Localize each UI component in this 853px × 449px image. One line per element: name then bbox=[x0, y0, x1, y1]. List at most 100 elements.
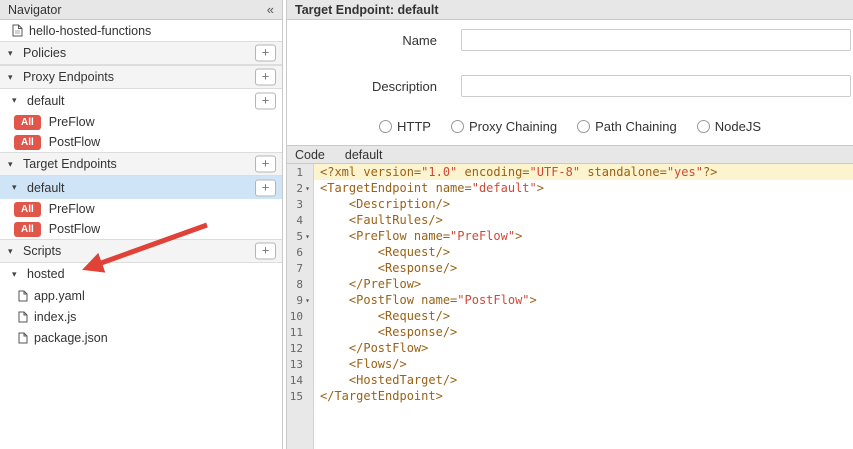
code-line[interactable]: <TargetEndpoint name="default"> bbox=[314, 180, 853, 196]
collapse-navigator-icon[interactable]: « bbox=[267, 2, 274, 17]
code-line[interactable]: <Description/> bbox=[314, 196, 853, 212]
radio-nodejs[interactable]: NodeJS bbox=[697, 119, 761, 134]
code-line[interactable]: </TargetEndpoint> bbox=[314, 388, 853, 404]
line-number[interactable]: 15 bbox=[287, 388, 313, 404]
radio-label: HTTP bbox=[397, 119, 431, 134]
code-line[interactable]: <HostedTarget/> bbox=[314, 372, 853, 388]
chevron-down-icon[interactable]: ▾ bbox=[12, 269, 21, 280]
radio-button-icon[interactable] bbox=[577, 120, 590, 133]
section-policies[interactable]: ▾ Policies + bbox=[0, 41, 282, 65]
code-line[interactable]: </PreFlow> bbox=[314, 276, 853, 292]
line-number[interactable]: 5▾ bbox=[287, 228, 313, 244]
description-input[interactable] bbox=[461, 75, 851, 97]
line-number[interactable]: 1 bbox=[287, 164, 313, 180]
target-preflow-item[interactable]: All PreFlow bbox=[0, 199, 282, 219]
section-scripts[interactable]: ▾ Scripts + bbox=[0, 239, 282, 263]
radio-label: Proxy Chaining bbox=[469, 119, 557, 134]
fold-toggle-icon[interactable]: ▾ bbox=[303, 184, 312, 193]
code-line[interactable]: <Response/> bbox=[314, 324, 853, 340]
proxy-preflow-item[interactable]: All PreFlow bbox=[0, 112, 282, 132]
code-line[interactable]: <PreFlow name="PreFlow"> bbox=[314, 228, 853, 244]
add-target-endpoint-button[interactable]: + bbox=[255, 156, 276, 173]
scripts-folder-hosted[interactable]: ▾ hosted bbox=[0, 263, 282, 285]
folder-label: hosted bbox=[27, 267, 65, 281]
endpoint-type-radio-group: HTTP Proxy Chaining Path Chaining NodeJS bbox=[287, 119, 853, 134]
add-flow-button[interactable]: + bbox=[255, 92, 276, 109]
script-file-app-yaml[interactable]: app.yaml bbox=[0, 285, 282, 306]
navigator-panel: Navigator « hello-hosted-functions ▾ Pol… bbox=[0, 0, 283, 449]
section-label: Proxy Endpoints bbox=[23, 70, 114, 84]
description-label: Description bbox=[287, 79, 437, 94]
file-icon bbox=[18, 311, 28, 323]
section-proxy-endpoints[interactable]: ▾ Proxy Endpoints + bbox=[0, 65, 282, 89]
script-file-package-json[interactable]: package.json bbox=[0, 327, 282, 348]
radio-label: NodeJS bbox=[715, 119, 761, 134]
code-line[interactable]: <Request/> bbox=[314, 308, 853, 324]
file-icon bbox=[18, 290, 28, 302]
section-target-endpoints[interactable]: ▾ Target Endpoints + bbox=[0, 152, 282, 176]
flow-label: PreFlow bbox=[49, 115, 95, 129]
section-label: Policies bbox=[23, 46, 66, 60]
flow-condition-badge: All bbox=[14, 202, 41, 217]
chevron-down-icon[interactable]: ▾ bbox=[12, 95, 21, 106]
line-number[interactable]: 3 bbox=[287, 196, 313, 212]
line-number[interactable]: 2▾ bbox=[287, 180, 313, 196]
chevron-down-icon[interactable]: ▾ bbox=[8, 246, 17, 257]
chevron-down-icon[interactable]: ▾ bbox=[12, 182, 21, 193]
code-editor[interactable]: 12▾345▾6789▾101112131415 <?xml version="… bbox=[287, 164, 853, 449]
target-endpoint-default[interactable]: ▾ default + bbox=[0, 176, 282, 199]
tree-item-label: hello-hosted-functions bbox=[29, 24, 151, 38]
chevron-down-icon[interactable]: ▾ bbox=[8, 48, 17, 59]
line-number[interactable]: 10 bbox=[287, 308, 313, 324]
chevron-down-icon[interactable]: ▾ bbox=[8, 159, 17, 170]
line-number[interactable]: 11 bbox=[287, 324, 313, 340]
flow-condition-badge: All bbox=[14, 222, 41, 237]
code-line[interactable]: <FaultRules/> bbox=[314, 212, 853, 228]
file-label: index.js bbox=[34, 310, 76, 324]
code-tab-label: Code bbox=[295, 148, 325, 162]
radio-button-icon[interactable] bbox=[379, 120, 392, 133]
proxy-postflow-item[interactable]: All PostFlow bbox=[0, 132, 282, 152]
script-file-index-js[interactable]: index.js bbox=[0, 306, 282, 327]
line-number-gutter[interactable]: 12▾345▾6789▾101112131415 bbox=[287, 164, 314, 449]
fold-toggle-icon[interactable]: ▾ bbox=[303, 232, 312, 241]
add-flow-button[interactable]: + bbox=[255, 179, 276, 196]
code-line[interactable]: <PostFlow name="PostFlow"> bbox=[314, 292, 853, 308]
target-postflow-item[interactable]: All PostFlow bbox=[0, 219, 282, 239]
name-label: Name bbox=[287, 33, 437, 48]
add-script-button[interactable]: + bbox=[255, 243, 276, 260]
code-line[interactable]: <Flows/> bbox=[314, 356, 853, 372]
line-number[interactable]: 4 bbox=[287, 212, 313, 228]
code-line[interactable]: <Request/> bbox=[314, 244, 853, 260]
tree-item-proxy-root[interactable]: hello-hosted-functions bbox=[0, 20, 282, 41]
line-number[interactable]: 12 bbox=[287, 340, 313, 356]
flow-condition-badge: All bbox=[14, 135, 41, 150]
line-number[interactable]: 7 bbox=[287, 260, 313, 276]
navigator-tree: hello-hosted-functions ▾ Policies + ▾ Pr… bbox=[0, 20, 282, 449]
code-line[interactable]: <Response/> bbox=[314, 260, 853, 276]
fold-toggle-icon[interactable]: ▾ bbox=[303, 296, 312, 305]
flow-label: PostFlow bbox=[49, 135, 100, 149]
add-policy-button[interactable]: + bbox=[255, 45, 276, 62]
line-number[interactable]: 13 bbox=[287, 356, 313, 372]
flow-label: PreFlow bbox=[49, 202, 95, 216]
radio-button-icon[interactable] bbox=[451, 120, 464, 133]
code-line[interactable]: </PostFlow> bbox=[314, 340, 853, 356]
add-proxy-endpoint-button[interactable]: + bbox=[255, 69, 276, 86]
endpoint-form: Name Description HTTP Proxy Chaining P bbox=[287, 20, 853, 145]
proxy-endpoint-default[interactable]: ▾ default + bbox=[0, 89, 282, 112]
line-number[interactable]: 8 bbox=[287, 276, 313, 292]
name-input[interactable] bbox=[461, 29, 851, 51]
radio-proxy-chaining[interactable]: Proxy Chaining bbox=[451, 119, 557, 134]
flow-label: PostFlow bbox=[49, 222, 100, 236]
document-icon bbox=[12, 24, 23, 37]
chevron-down-icon[interactable]: ▾ bbox=[8, 72, 17, 83]
code-line[interactable]: <?xml version="1.0" encoding="UTF-8" sta… bbox=[314, 164, 853, 180]
radio-button-icon[interactable] bbox=[697, 120, 710, 133]
line-number[interactable]: 6 bbox=[287, 244, 313, 260]
code-content[interactable]: <?xml version="1.0" encoding="UTF-8" sta… bbox=[314, 164, 853, 449]
line-number[interactable]: 9▾ bbox=[287, 292, 313, 308]
radio-http[interactable]: HTTP bbox=[379, 119, 431, 134]
radio-path-chaining[interactable]: Path Chaining bbox=[577, 119, 677, 134]
line-number[interactable]: 14 bbox=[287, 372, 313, 388]
